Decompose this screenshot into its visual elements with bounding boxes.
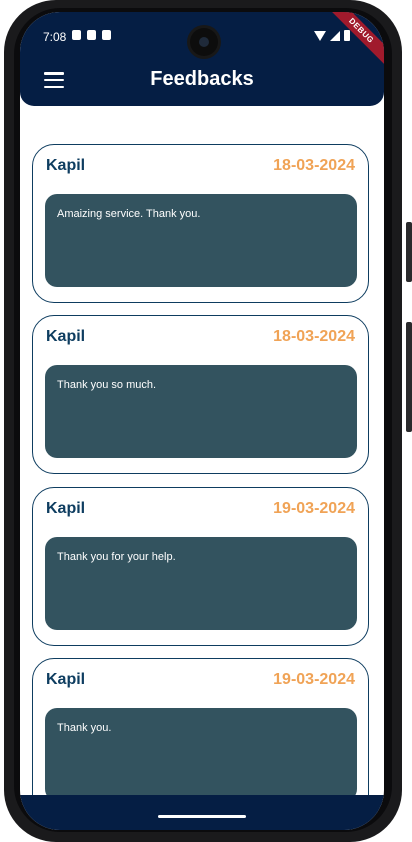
app-screen: 7:08 DEBUG Feedbacks Kapil 18-03-2024 Am… [20,12,384,830]
feedback-date: 19-03-2024 [273,500,355,517]
feedback-date: 19-03-2024 [273,671,355,688]
feedback-date: 18-03-2024 [273,157,355,174]
camera-icon [190,28,218,56]
feedback-card: Kapil 19-03-2024 Thank you. [32,658,369,796]
feedback-card: Kapil 18-03-2024 Amaizing service. Thank… [32,144,369,303]
feedback-message: Thank you so much. [57,379,157,391]
feedback-message-box: Thank you. [45,708,357,796]
feedback-card: Kapil 18-03-2024 Thank you so much. [32,315,369,474]
feedback-message-box: Thank you for your help. [45,537,357,630]
home-indicator[interactable] [158,815,246,818]
app-header: 7:08 DEBUG Feedbacks [20,12,384,106]
feedback-card: Kapil 19-03-2024 Thank you for your help… [32,487,369,646]
feedback-author: Kapil [46,157,86,174]
sim-icon [87,30,96,40]
system-icons [314,30,350,41]
feedback-author: Kapil [46,500,86,517]
font-icon [102,30,111,40]
feedback-message: Thank you. [57,722,112,734]
volume-button [406,222,412,282]
wifi-icon [314,30,326,41]
feedback-date: 18-03-2024 [273,328,355,345]
device: 7:08 DEBUG Feedbacks Kapil 18-03-2024 Am… [0,0,412,842]
feedback-message-box: Amaizing service. Thank you. [45,194,357,287]
page-title: Feedbacks [150,68,254,90]
signal-icon [330,30,340,41]
feedback-message: Amaizing service. Thank you. [57,208,201,220]
feedback-list[interactable]: Kapil 18-03-2024 Amaizing service. Thank… [20,106,384,796]
feedback-author: Kapil [46,671,86,688]
feedback-author: Kapil [46,328,86,345]
battery-icon [344,30,350,41]
feedback-message: Thank you for your help. [57,551,176,563]
system-nav-bar [20,795,384,830]
shield-icon [72,30,81,40]
power-button [406,322,412,432]
status-time: 7:08 [43,30,67,44]
notification-icons [72,30,111,40]
feedback-message-box: Thank you so much. [45,365,357,458]
